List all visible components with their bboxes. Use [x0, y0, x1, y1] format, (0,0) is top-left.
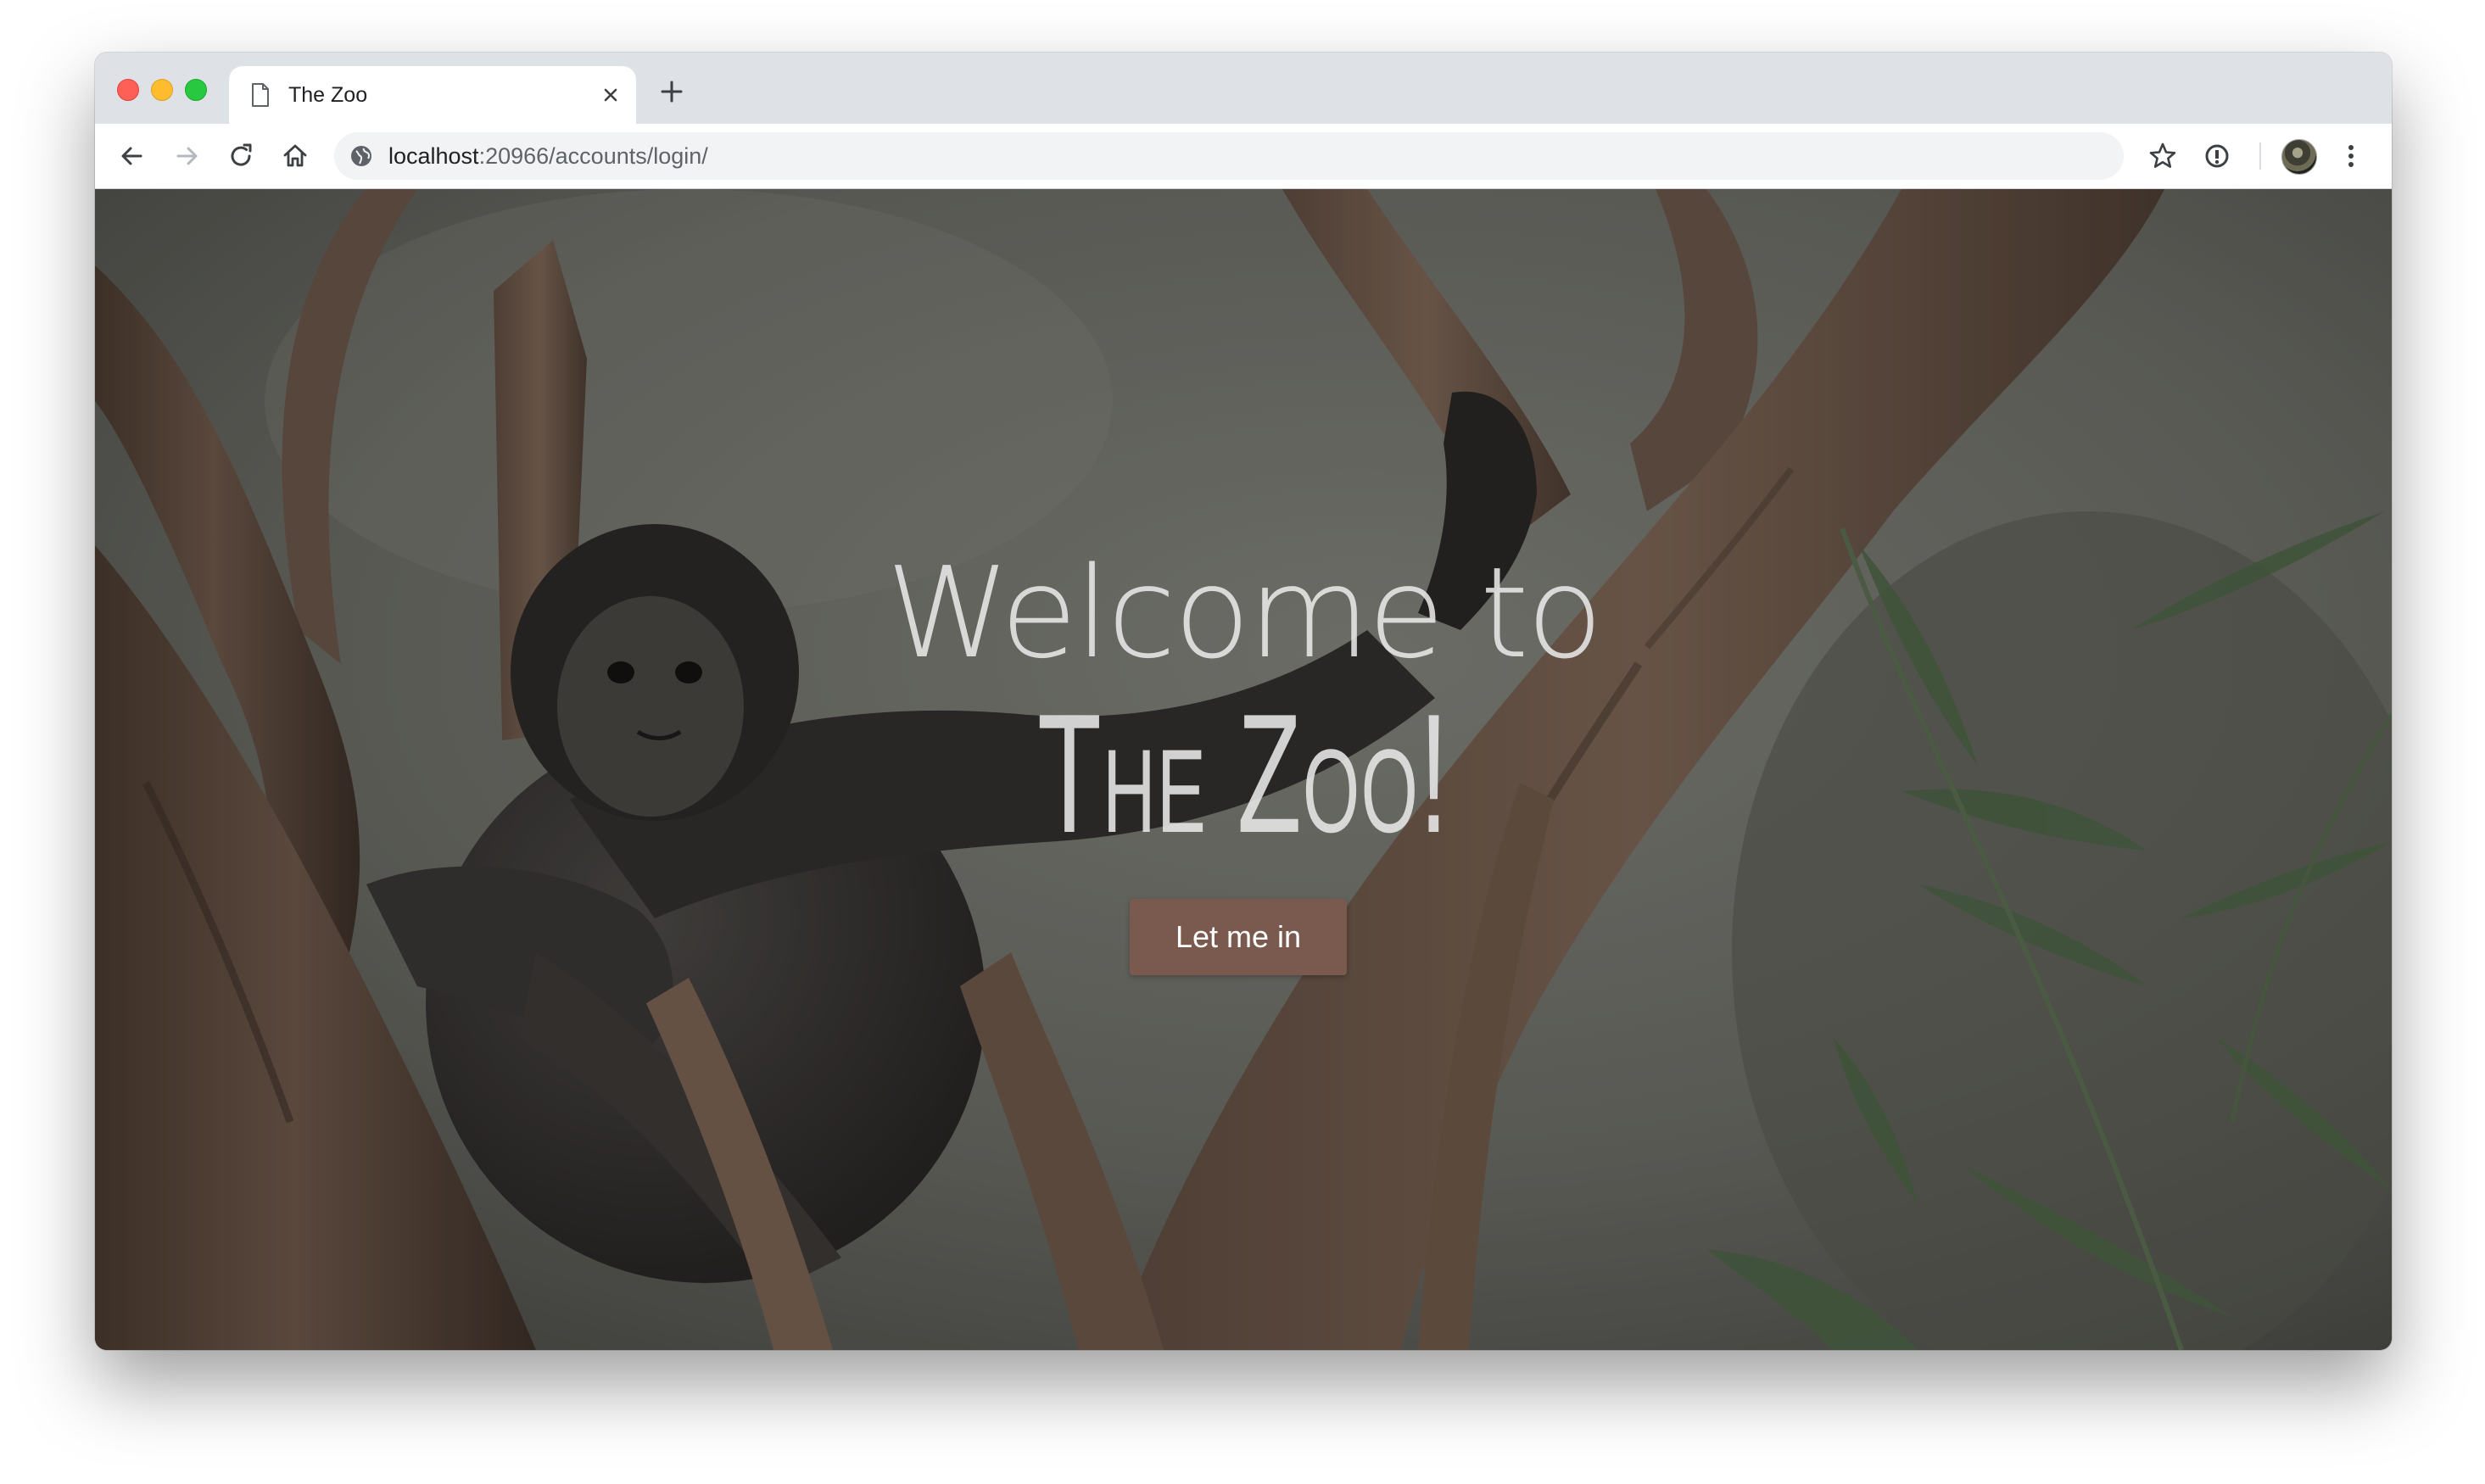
hero-heading-welcome: Welcome to	[885, 540, 1604, 686]
zoom-window-button[interactable]	[185, 79, 207, 101]
avatar[interactable]	[2281, 139, 2317, 175]
browser-toolbar: localhost:20966/accounts/login/	[95, 124, 2392, 189]
tab-title: The Zoo	[288, 83, 368, 107]
address-bar[interactable]: localhost:20966/accounts/login/	[334, 132, 2124, 180]
page-icon	[252, 83, 269, 107]
tab-strip: The Zoo	[95, 53, 2392, 124]
page-viewport: Welcome to The Zoo! Let me in	[95, 189, 2392, 1350]
home-icon[interactable]	[280, 141, 310, 171]
tab-the-zoo[interactable]: The Zoo	[229, 66, 636, 124]
reload-icon[interactable]	[226, 141, 256, 171]
browser-window: The Zoo localhost:20966/accounts/login/ …	[95, 53, 2392, 1350]
globe-icon[interactable]	[349, 144, 373, 168]
password-manager-icon[interactable]	[2202, 141, 2232, 171]
close-window-button[interactable]	[117, 79, 139, 101]
minimize-window-button[interactable]	[151, 79, 173, 101]
arrow-right-icon[interactable]	[171, 141, 202, 171]
plus-icon[interactable]	[658, 78, 685, 105]
arrow-left-icon[interactable]	[117, 141, 148, 171]
url-path: :20966/accounts/login/	[478, 143, 708, 169]
kebab-menu-icon[interactable]	[2336, 141, 2366, 171]
url-text: localhost:20966/accounts/login/	[388, 143, 708, 169]
url-host: localhost	[388, 143, 479, 169]
hero-heading-the-zoo: The Zoo!	[1037, 679, 1449, 868]
toolbar-separator	[2259, 142, 2261, 170]
star-icon[interactable]	[2147, 141, 2178, 171]
hero-section: Welcome to The Zoo! Let me in	[95, 189, 2392, 1350]
close-icon[interactable]	[599, 83, 623, 107]
let-me-in-button[interactable]: Let me in	[1130, 899, 1347, 975]
